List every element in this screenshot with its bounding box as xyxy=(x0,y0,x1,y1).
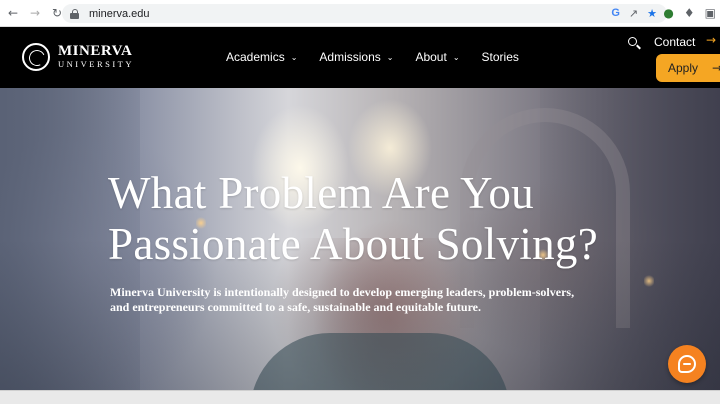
apply-label: Apply xyxy=(668,61,699,75)
nav-academics[interactable]: Academics ⌄ xyxy=(226,50,297,64)
chevron-down-icon: ⌄ xyxy=(452,52,460,62)
minerva-logo-icon xyxy=(22,43,50,71)
puzzle-icon[interactable]: ♦ xyxy=(684,5,695,21)
url-text[interactable]: minerva.edu xyxy=(89,8,150,20)
arrow-right-icon[interactable]: → xyxy=(706,33,716,47)
star-icon[interactable]: ★ xyxy=(647,6,657,21)
minerva-logo[interactable]: MINERVA UNIVERSITY xyxy=(22,43,134,71)
page-bottom-strip xyxy=(0,390,720,404)
nav-label: About xyxy=(415,50,447,64)
nav-stories[interactable]: Stories xyxy=(482,50,519,64)
hero-headline: What Problem Are You Passionate About So… xyxy=(108,168,688,270)
address-bar[interactable]: minerva.edu G ↗ ★ xyxy=(62,4,667,23)
back-arrow-icon[interactable]: ← xyxy=(4,4,22,22)
chevron-down-icon: ⌄ xyxy=(386,52,394,62)
nav-label: Admissions xyxy=(319,50,381,64)
nav-label: Academics xyxy=(226,50,285,64)
contact-link[interactable]: Contact xyxy=(654,35,695,49)
extension-frog-icon[interactable]: ● xyxy=(663,5,673,21)
logo-name: MINERVA xyxy=(58,43,133,59)
chevron-down-icon: ⌄ xyxy=(290,52,298,62)
hero-section: What Problem Are You Passionate About So… xyxy=(0,88,720,390)
nav-label: Stories xyxy=(481,50,519,64)
chat-button[interactable] xyxy=(668,345,706,383)
chat-bubble-icon xyxy=(678,355,696,373)
forward-arrow-icon[interactable]: → xyxy=(26,4,44,22)
arrow-right-icon: → xyxy=(712,61,720,75)
nav-about[interactable]: About ⌄ xyxy=(415,50,459,64)
browser-toolbar: ← → ↻ minerva.edu G ↗ ★ ● ♦ ▣ xyxy=(0,0,720,27)
apply-button[interactable]: Apply → xyxy=(656,54,720,82)
side-panel-icon[interactable]: ▣ xyxy=(705,5,716,21)
search-icon[interactable] xyxy=(628,37,641,50)
lock-icon[interactable] xyxy=(70,8,79,19)
share-icon[interactable]: ↗ xyxy=(629,6,638,21)
hero-subtext: Minerva University is intentionally desi… xyxy=(110,285,575,314)
site-header: MINERVA UNIVERSITY Academics ⌄ Admission… xyxy=(0,27,720,88)
headline-line-2: Passionate About Solving? xyxy=(108,219,598,269)
google-icon[interactable]: G xyxy=(611,6,620,21)
main-nav: Academics ⌄ Admissions ⌄ About ⌄ Stories xyxy=(226,50,541,64)
headline-line-1: What Problem Are You xyxy=(108,168,534,218)
logo-subtitle: UNIVERSITY xyxy=(58,59,134,69)
nav-admissions[interactable]: Admissions ⌄ xyxy=(319,50,393,64)
